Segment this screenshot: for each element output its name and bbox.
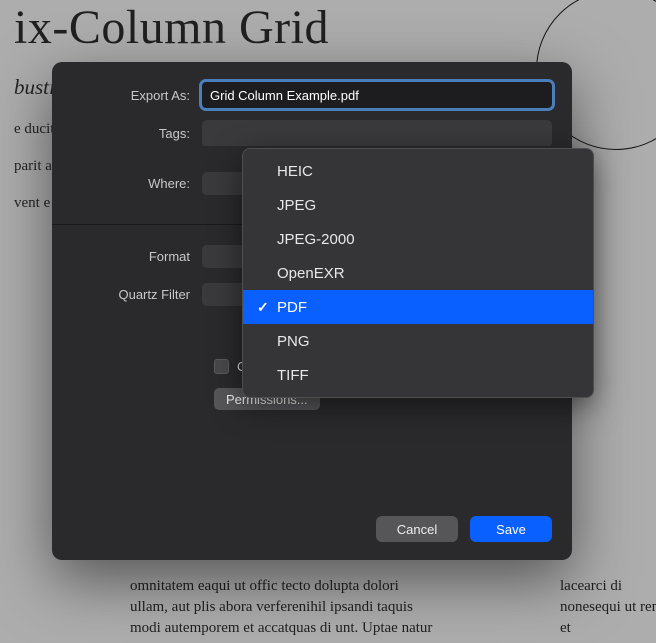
- format-option-label: JPEG-2000: [277, 231, 355, 248]
- format-option-label: PNG: [277, 333, 310, 350]
- format-label: Format: [72, 249, 202, 264]
- format-option-label: JPEG: [277, 197, 316, 214]
- export-dialog: Export As: Tags: Where: Format Quar: [52, 62, 572, 560]
- format-option-tiff[interactable]: ✓TIFF: [243, 358, 593, 392]
- export-as-label: Export As:: [72, 88, 202, 103]
- format-dropdown: ✓HEIC✓JPEG✓JPEG-2000✓OpenEXR✓PDF✓PNG✓TIF…: [242, 148, 594, 398]
- where-label: Where:: [72, 176, 202, 191]
- save-button[interactable]: Save: [470, 516, 552, 542]
- dialog-buttons: Cancel Save: [376, 516, 552, 542]
- linearized-checkbox[interactable]: [214, 359, 229, 374]
- cancel-button[interactable]: Cancel: [376, 516, 458, 542]
- format-option-jpeg2000[interactable]: ✓JPEG-2000: [243, 222, 593, 256]
- tags-label: Tags:: [72, 126, 202, 141]
- format-option-label: TIFF: [277, 367, 309, 384]
- format-option-jpeg[interactable]: ✓JPEG: [243, 188, 593, 222]
- quartz-filter-label: Quartz Filter: [72, 287, 202, 302]
- format-option-label: PDF: [277, 299, 307, 316]
- filename-input[interactable]: [202, 82, 552, 108]
- format-option-label: HEIC: [277, 163, 313, 180]
- format-option-heic[interactable]: ✓HEIC: [243, 154, 593, 188]
- format-option-pdf[interactable]: ✓PDF: [243, 290, 593, 324]
- format-option-label: OpenEXR: [277, 265, 345, 282]
- format-option-openexr[interactable]: ✓OpenEXR: [243, 256, 593, 290]
- format-option-png[interactable]: ✓PNG: [243, 324, 593, 358]
- checkmark-icon: ✓: [257, 299, 277, 316]
- tags-field[interactable]: [202, 120, 552, 146]
